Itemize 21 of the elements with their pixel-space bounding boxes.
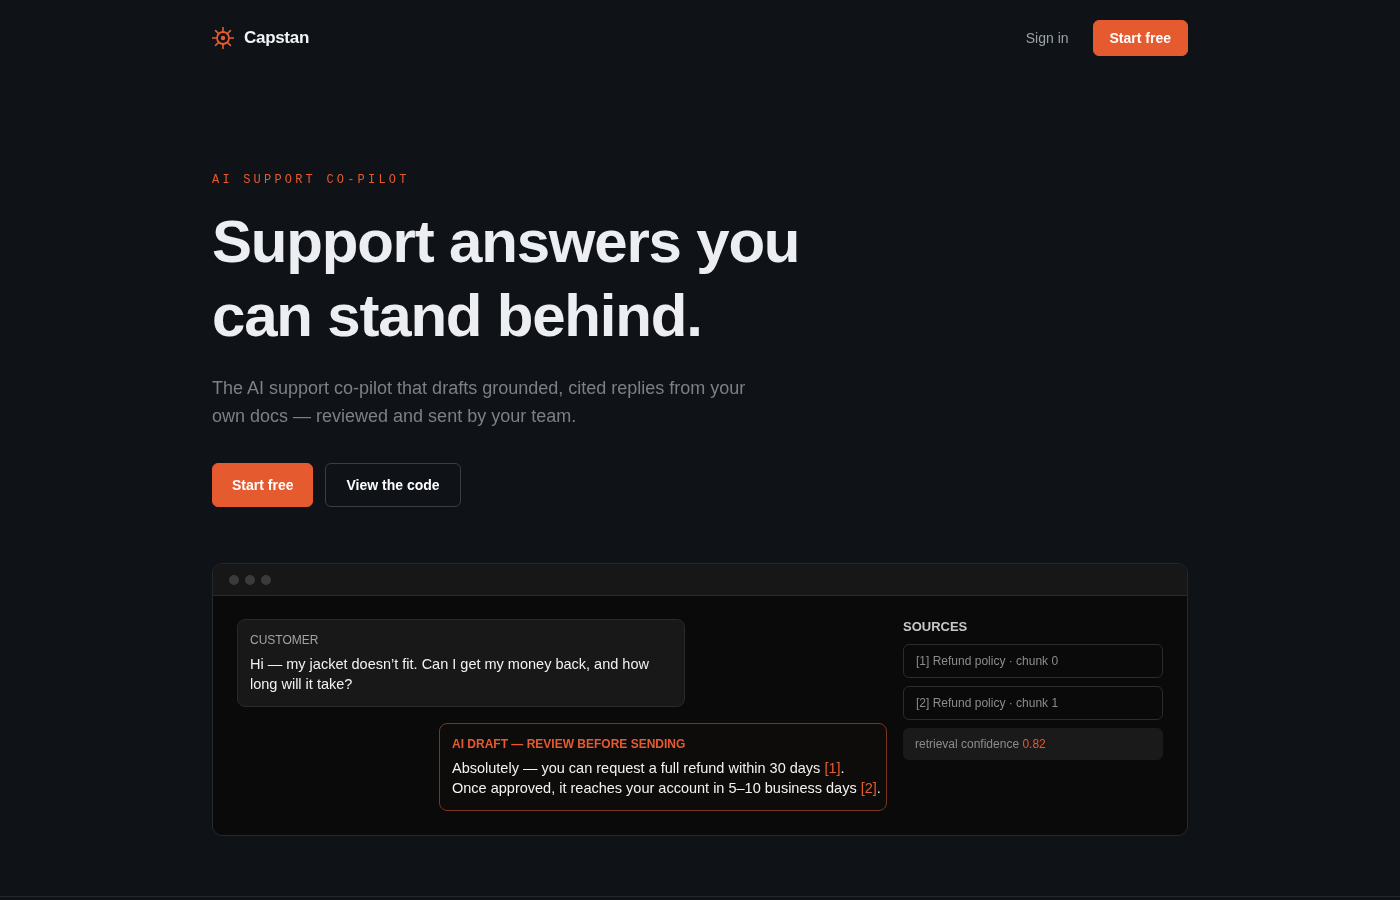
message-label: AI DRAFT — REVIEW BEFORE SENDING	[452, 736, 687, 752]
sources-heading: SOURCES	[903, 619, 969, 635]
confidence-value: 0.82	[1022, 737, 1046, 751]
confidence-label: retrieval confidence	[915, 737, 1021, 751]
source-item[interactable]: [2] Refund policy · chunk 1	[903, 686, 1163, 720]
wheel-icon	[212, 27, 234, 49]
hero-subtitle: The AI support co-pilot that drafts grounded, cited replies from your own docs — reviewed and sent by your team.	[212, 377, 747, 428]
window-dot-icon	[261, 574, 271, 585]
message-text: Hi — my jacket doesn’t fit. Can I get my money back, and how long will it take?	[250, 655, 650, 694]
message-label: CUSTOMER	[250, 632, 320, 648]
brand-name: Capstan	[244, 28, 309, 48]
sign-in-link[interactable]: Sign in	[1025, 30, 1069, 46]
source-item[interactable]: [1] Refund policy · chunk 0	[903, 644, 1163, 678]
window-dot-icon	[229, 574, 239, 585]
hero-headline: Support answers you can stand behind.	[212, 207, 801, 351]
message-text: Absolutely — you can request a full refund within 30 days [1]. Once approved, it reaches your account in 5–10 business days [2].	[452, 759, 882, 798]
window-dot-icon	[245, 574, 255, 585]
start-free-button[interactable]: Start free	[1092, 20, 1188, 56]
eyebrow-text: AI SUPPORT CO-PILOT	[212, 173, 410, 187]
start-free-button[interactable]: Start free	[212, 463, 314, 507]
view-code-button[interactable]: View the code	[325, 463, 461, 507]
